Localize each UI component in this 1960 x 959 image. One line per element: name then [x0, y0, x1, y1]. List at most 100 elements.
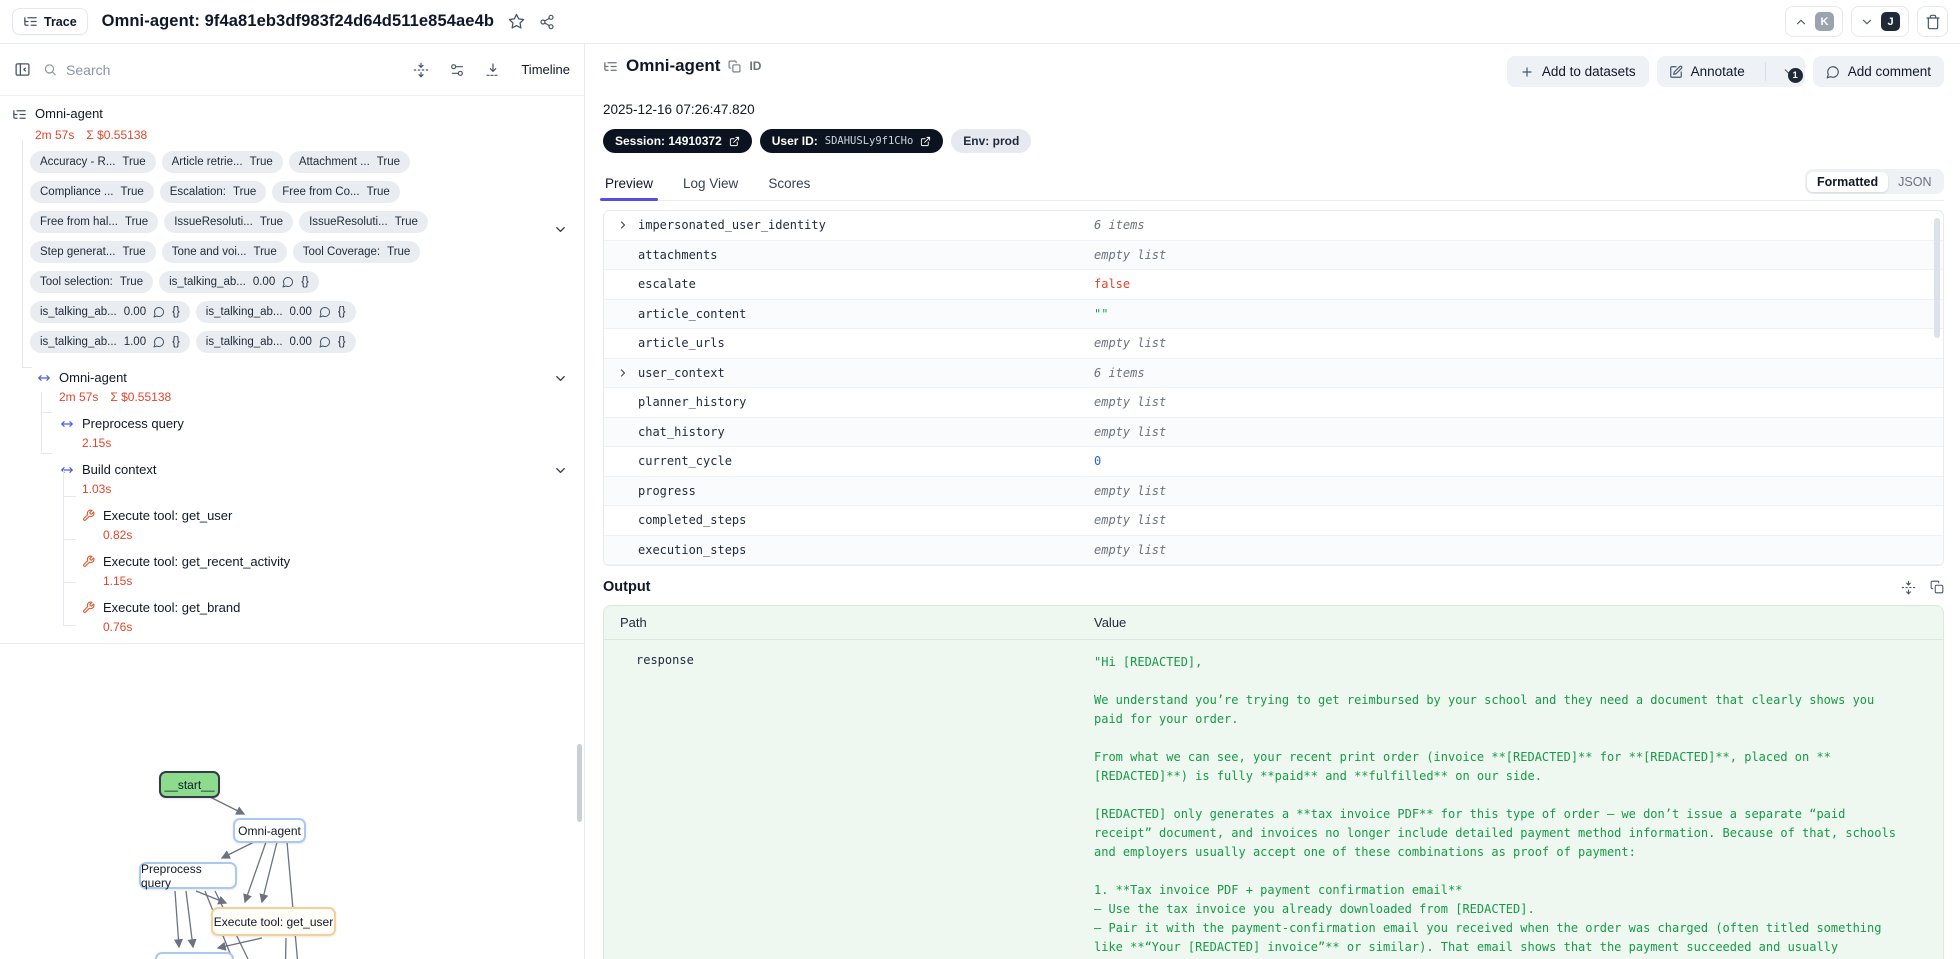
preview-row[interactable]: article_urls empty list — [604, 329, 1943, 359]
tree-span-row[interactable]: Omni-agent 2m 57s Σ $0.55138 — [0, 370, 584, 405]
tree-span-row[interactable]: Execute tool: get_user 0.82s — [0, 508, 584, 543]
wrench-icon — [83, 555, 95, 567]
session-badge[interactable]: Session: 14910372 — [603, 129, 752, 153]
graph-node-omni-agent[interactable]: Omni-agent — [233, 818, 306, 843]
collapse-chevron-icon[interactable] — [553, 371, 568, 386]
preview-row[interactable]: completed_steps empty list — [604, 506, 1943, 536]
score-badge[interactable]: is_talking_ab... 1.00 {} — [30, 331, 190, 353]
score-badge[interactable]: IssueResoluti... True — [164, 211, 294, 233]
preview-row[interactable]: progress empty list — [604, 476, 1943, 506]
score-badge[interactable]: is_talking_ab... 0.00 {} — [30, 301, 190, 323]
user-id-badge[interactable]: User ID: SDAHUSLy9f1CHo — [759, 129, 944, 153]
copy-icon[interactable] — [728, 60, 741, 73]
expand-chevron-icon[interactable] — [617, 219, 629, 231]
preview-scrollbar[interactable] — [1934, 218, 1940, 338]
list-tree-icon — [13, 110, 26, 119]
preview-row[interactable]: attachments empty list — [604, 240, 1943, 270]
graph-node-get-user[interactable]: Execute tool: get_user — [211, 907, 336, 936]
annotate-dropdown-button[interactable]: 1 — [1774, 65, 1805, 83]
nav-down-button[interactable]: J — [1851, 6, 1909, 37]
preview-row[interactable]: escalate false — [604, 270, 1943, 300]
score-badge[interactable]: Compliance ... True — [30, 181, 154, 203]
comment-bubble-icon — [319, 337, 330, 348]
graph-node-preprocess-query[interactable]: Preprocess query — [139, 862, 237, 890]
add-to-datasets-button[interactable]: Add to datasets — [1506, 56, 1649, 87]
score-badge[interactable]: Escalation: True — [159, 181, 267, 203]
collapse-chevron-icon[interactable] — [553, 463, 568, 478]
chevron-up-icon — [1796, 19, 1806, 24]
fold-vertical-icon[interactable] — [413, 62, 429, 78]
comment-bubble-icon — [1826, 65, 1839, 78]
tree-guide — [22, 367, 32, 368]
preview-row-value: empty list — [1094, 424, 1167, 439]
input-preview-table: impersonated_user_identity 6 items attac… — [603, 210, 1944, 566]
score-badge[interactable]: IssueResoluti... True — [299, 211, 428, 233]
score-badge-name: Free from Co... — [282, 186, 360, 198]
settings-sliders-icon[interactable] — [449, 62, 465, 78]
timeline-toggle[interactable]: Timeline — [521, 62, 570, 77]
format-toggle-formatted[interactable]: Formatted — [1807, 171, 1889, 192]
user-id-label: User ID: — [771, 134, 818, 148]
score-badge[interactable]: Tool selection: True — [30, 271, 154, 293]
trace-type-chip: Trace — [12, 8, 88, 35]
tree-span-row[interactable]: Build context 1.03s — [0, 462, 584, 497]
delete-trace-button[interactable] — [1917, 6, 1948, 37]
expand-chevron-icon[interactable] — [617, 367, 629, 379]
score-badge[interactable]: is_talking_ab... 0.00 {} — [195, 301, 356, 323]
add-comment-button[interactable]: Add comment — [1812, 56, 1944, 87]
score-badge[interactable]: Tone and voi... True — [161, 241, 287, 263]
share-icon[interactable] — [539, 14, 555, 30]
preview-row[interactable]: impersonated_user_identity 6 items — [604, 211, 1943, 241]
score-badge[interactable]: is_talking_ab... 0.00 {} — [195, 331, 356, 353]
preview-row[interactable]: chat_history empty list — [604, 417, 1943, 447]
score-badge[interactable]: Article retrie... True — [161, 151, 283, 173]
score-badge[interactable]: Free from Co... True — [272, 181, 400, 203]
id-label[interactable]: ID — [749, 59, 761, 73]
tab-scores[interactable]: Scores — [766, 170, 812, 200]
score-badge[interactable]: Free from hal... True — [30, 211, 159, 233]
preview-row[interactable]: article_content "" — [604, 299, 1943, 329]
tree-guide — [63, 625, 76, 626]
download-icon[interactable] — [485, 62, 501, 78]
preview-row[interactable]: current_cycle 0 — [604, 447, 1943, 477]
star-icon[interactable] — [508, 13, 525, 30]
sidebar-scrollbar[interactable] — [577, 744, 582, 822]
search-box[interactable] — [43, 61, 402, 78]
preview-row-key: progress — [638, 483, 696, 498]
copy-icon[interactable] — [1930, 580, 1944, 594]
span-duration: 1.03s — [82, 482, 112, 496]
format-toggle-json[interactable]: JSON — [1888, 172, 1941, 192]
annotate-button[interactable]: Annotate — [1657, 56, 1757, 87]
score-badge[interactable]: Accuracy - R... True — [30, 151, 156, 173]
preview-row-key: completed_steps — [638, 513, 747, 528]
tab-log-view[interactable]: Log View — [681, 170, 740, 200]
preview-row-key: attachments — [638, 247, 718, 262]
format-toggle: Formatted JSON — [1804, 169, 1944, 194]
collapse-chevron-icon[interactable] — [553, 222, 568, 237]
tab-preview[interactable]: Preview — [599, 170, 659, 201]
score-badge[interactable]: Attachment ... True — [288, 151, 410, 173]
graph-node-start[interactable]: __start__ — [159, 771, 220, 798]
preview-row[interactable]: planner_history empty list — [604, 388, 1943, 418]
tree-span-row[interactable]: Preprocess query 2.15s — [0, 416, 584, 451]
span-label: Preprocess query — [82, 416, 184, 431]
tree-root-row[interactable]: Omni-agent 2m 57s Σ $0.55138 — [0, 106, 584, 143]
panel-left-icon[interactable] — [14, 61, 31, 78]
nav-up-button[interactable]: K — [1785, 6, 1843, 37]
score-badge[interactable]: Tool Coverage: True — [292, 241, 421, 263]
score-badge-value: True — [394, 216, 418, 228]
graph-node-build-context[interactable]: Build context — [155, 952, 234, 959]
score-badge[interactable]: is_talking_ab... 0.00 {} — [159, 271, 319, 293]
preview-row[interactable]: execution_steps empty list — [604, 535, 1943, 565]
output-table: Path Value response "Hi [REDACTED], We u… — [603, 605, 1944, 959]
score-badge-value: True — [122, 156, 146, 168]
add-to-datasets-label: Add to datasets — [1541, 64, 1636, 79]
fold-vertical-icon[interactable] — [1901, 580, 1916, 595]
detail-tabs: Preview Log View Scores Formatted JSON — [599, 169, 1944, 201]
output-response-row[interactable]: response "Hi [REDACTED], We understand y… — [604, 640, 1943, 959]
preview-row[interactable]: user_context 6 items — [604, 358, 1943, 388]
tree-span-row[interactable]: Execute tool: get_brand 0.76s — [0, 600, 584, 635]
score-badge[interactable]: Step generat... True — [30, 241, 156, 263]
tree-span-row[interactable]: Execute tool: get_recent_activity 1.15s — [0, 554, 584, 589]
search-input[interactable] — [66, 61, 402, 78]
